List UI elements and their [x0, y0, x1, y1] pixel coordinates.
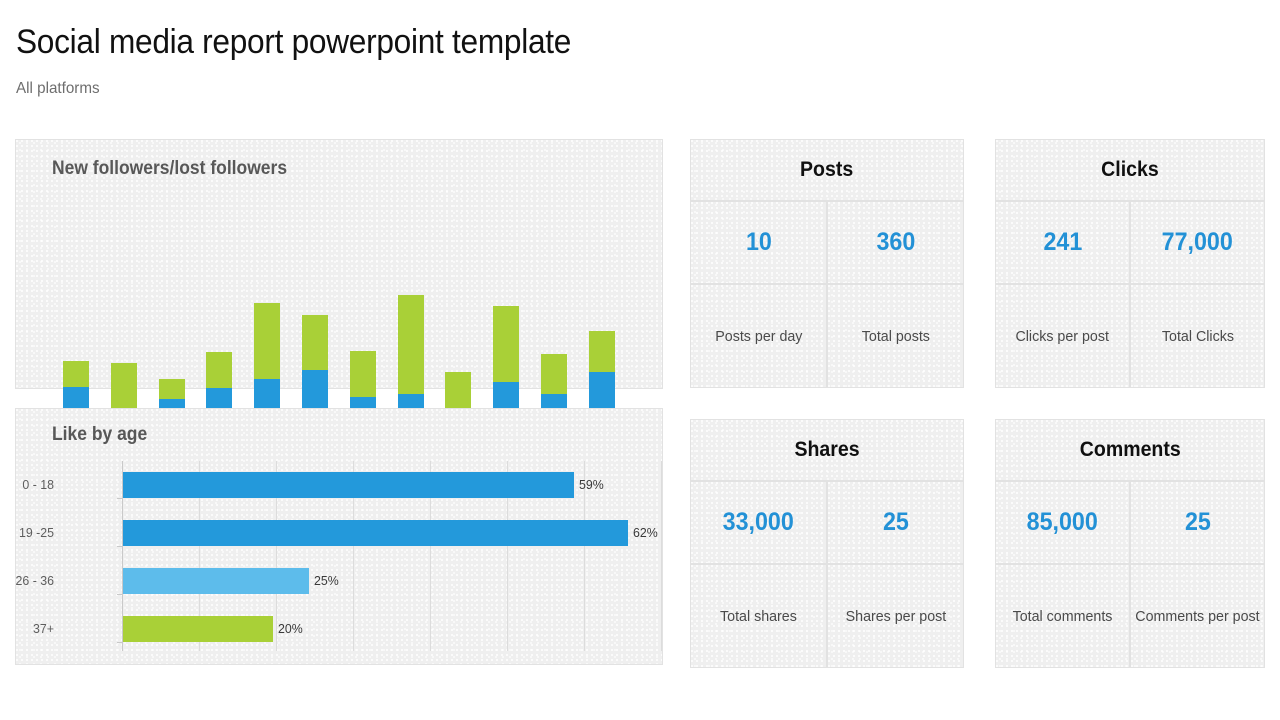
card-value: 85,000	[1026, 508, 1099, 536]
card-label-cell: Shares per post	[827, 564, 964, 668]
bar-value-label: 59%	[579, 477, 604, 492]
card-header: Posts	[690, 139, 964, 201]
card-value-cell: 10	[690, 201, 827, 284]
card-label-cell: Total Clicks	[1130, 284, 1265, 388]
slide-canvas: Social media report powerpoint template …	[0, 0, 1280, 720]
column-segment-lost-follower	[302, 314, 328, 370]
horizontal-bar-plot-area: 0 - 18 59% 19 -25 62% 26 - 36 25% 37+ 20%	[16, 461, 662, 651]
chart-gridline	[661, 461, 662, 651]
card-label: Total shares	[720, 607, 797, 625]
axis-tick	[117, 546, 122, 547]
card-label-cell: Total comments	[995, 564, 1130, 668]
card-label-cell: Posts per day	[690, 284, 827, 388]
chart-title-like-by-age: Like by age	[52, 424, 148, 445]
card-value-cell: 25	[1130, 481, 1265, 564]
bar-category-label: 37+	[33, 621, 54, 636]
bar-value-label: 25%	[314, 573, 339, 588]
axis-tick	[117, 642, 122, 643]
bar-row	[123, 616, 273, 642]
card-value-cell: 360	[827, 201, 964, 284]
card-label-cell: Total posts	[827, 284, 964, 388]
card-label: Total posts	[861, 327, 930, 345]
bar-fill	[123, 520, 628, 546]
metric-card-clicks[interactable]: Clicks 241 77,000 Clicks per post Total …	[995, 139, 1265, 388]
column-segment-lost-follower	[349, 350, 376, 397]
column-segment-lost-follower	[110, 362, 137, 409]
card-body-grid: 85,000 25 Total comments Comments per po…	[995, 481, 1265, 668]
bar-category-label: 26 - 36	[15, 573, 54, 588]
bar-fill	[123, 616, 273, 642]
bar-row	[123, 520, 628, 546]
column-segment-lost-follower	[158, 379, 185, 399]
card-value: 25	[1184, 508, 1211, 536]
card-value-cell: 25	[827, 481, 964, 564]
page-title: Social media report powerpoint template	[16, 23, 572, 61]
card-value-cell: 77,000	[1130, 201, 1265, 284]
card-label-cell: Comments per post	[1130, 564, 1265, 668]
card-value: 77,000	[1161, 228, 1234, 256]
card-label: Total Clicks	[1161, 327, 1234, 345]
card-value-cell: 85,000	[995, 481, 1130, 564]
bar-category-label: 0 - 18	[22, 477, 54, 492]
card-label-cell: Total shares	[690, 564, 827, 668]
card-title: Clicks	[1101, 158, 1159, 181]
bar-category-label: 19 -25	[18, 525, 54, 540]
card-body-grid: 241 77,000 Clicks per post Total Clicks	[995, 201, 1265, 388]
card-value: 10	[745, 228, 772, 256]
card-body-grid: 33,000 25 Total shares Shares per post	[690, 481, 964, 668]
card-header: Shares	[690, 419, 964, 481]
bar-value-label: 20%	[278, 621, 303, 636]
card-header: Clicks	[995, 139, 1265, 201]
card-value: 241	[1043, 228, 1082, 256]
bar-row	[123, 472, 574, 498]
column-segment-lost-follower	[254, 302, 281, 379]
chart-panel-new-lost-followers: New followers/lost followers JanFebMarAp…	[15, 139, 663, 497]
column-segment-lost-follower	[541, 353, 567, 394]
column-segment-lost-follower	[588, 331, 615, 372]
card-value-cell: 33,000	[690, 481, 827, 564]
card-label-cell: Clicks per post	[995, 284, 1130, 388]
chart-title-followers: New followers/lost followers	[52, 158, 288, 179]
card-value: 33,000	[722, 508, 795, 536]
column-segment-lost-follower	[493, 305, 520, 382]
metric-card-shares[interactable]: Shares 33,000 25 Total shares Shares per…	[690, 419, 964, 668]
card-label: Shares per post	[845, 607, 946, 625]
bar-value-label: 62%	[633, 525, 658, 540]
card-label: Comments per post	[1135, 607, 1260, 625]
card-label: Posts per day	[714, 327, 803, 345]
axis-tick	[117, 498, 122, 499]
card-header: Comments	[995, 419, 1265, 481]
axis-tick	[117, 594, 122, 595]
column-segment-lost-follower	[397, 295, 424, 394]
card-label: Clicks per post	[1015, 327, 1110, 345]
card-value-cell: 241	[995, 201, 1130, 284]
card-value: 360	[876, 228, 915, 256]
page-subtitle: All platforms	[16, 80, 100, 97]
bar-fill	[123, 472, 574, 498]
card-title: Comments	[1079, 438, 1181, 461]
card-value: 25	[882, 508, 909, 536]
card-title: Posts	[800, 158, 854, 181]
bar-row	[123, 568, 309, 594]
metric-card-posts[interactable]: Posts 10 360 Posts per day Total posts	[690, 139, 964, 388]
card-label: Total comments	[1012, 607, 1113, 625]
column-segment-lost-follower	[206, 352, 233, 388]
metric-card-comments[interactable]: Comments 85,000 25 Total comments Commen…	[995, 419, 1265, 668]
card-body-grid: 10 360 Posts per day Total posts	[690, 201, 964, 388]
card-title: Shares	[794, 438, 860, 461]
chart-panel-like-by-age: Like by age 0 - 18 59% 19 -25 62% 26 - 36 25%…	[15, 408, 663, 665]
column-segment-lost-follower	[63, 361, 89, 387]
bar-fill	[123, 568, 309, 594]
